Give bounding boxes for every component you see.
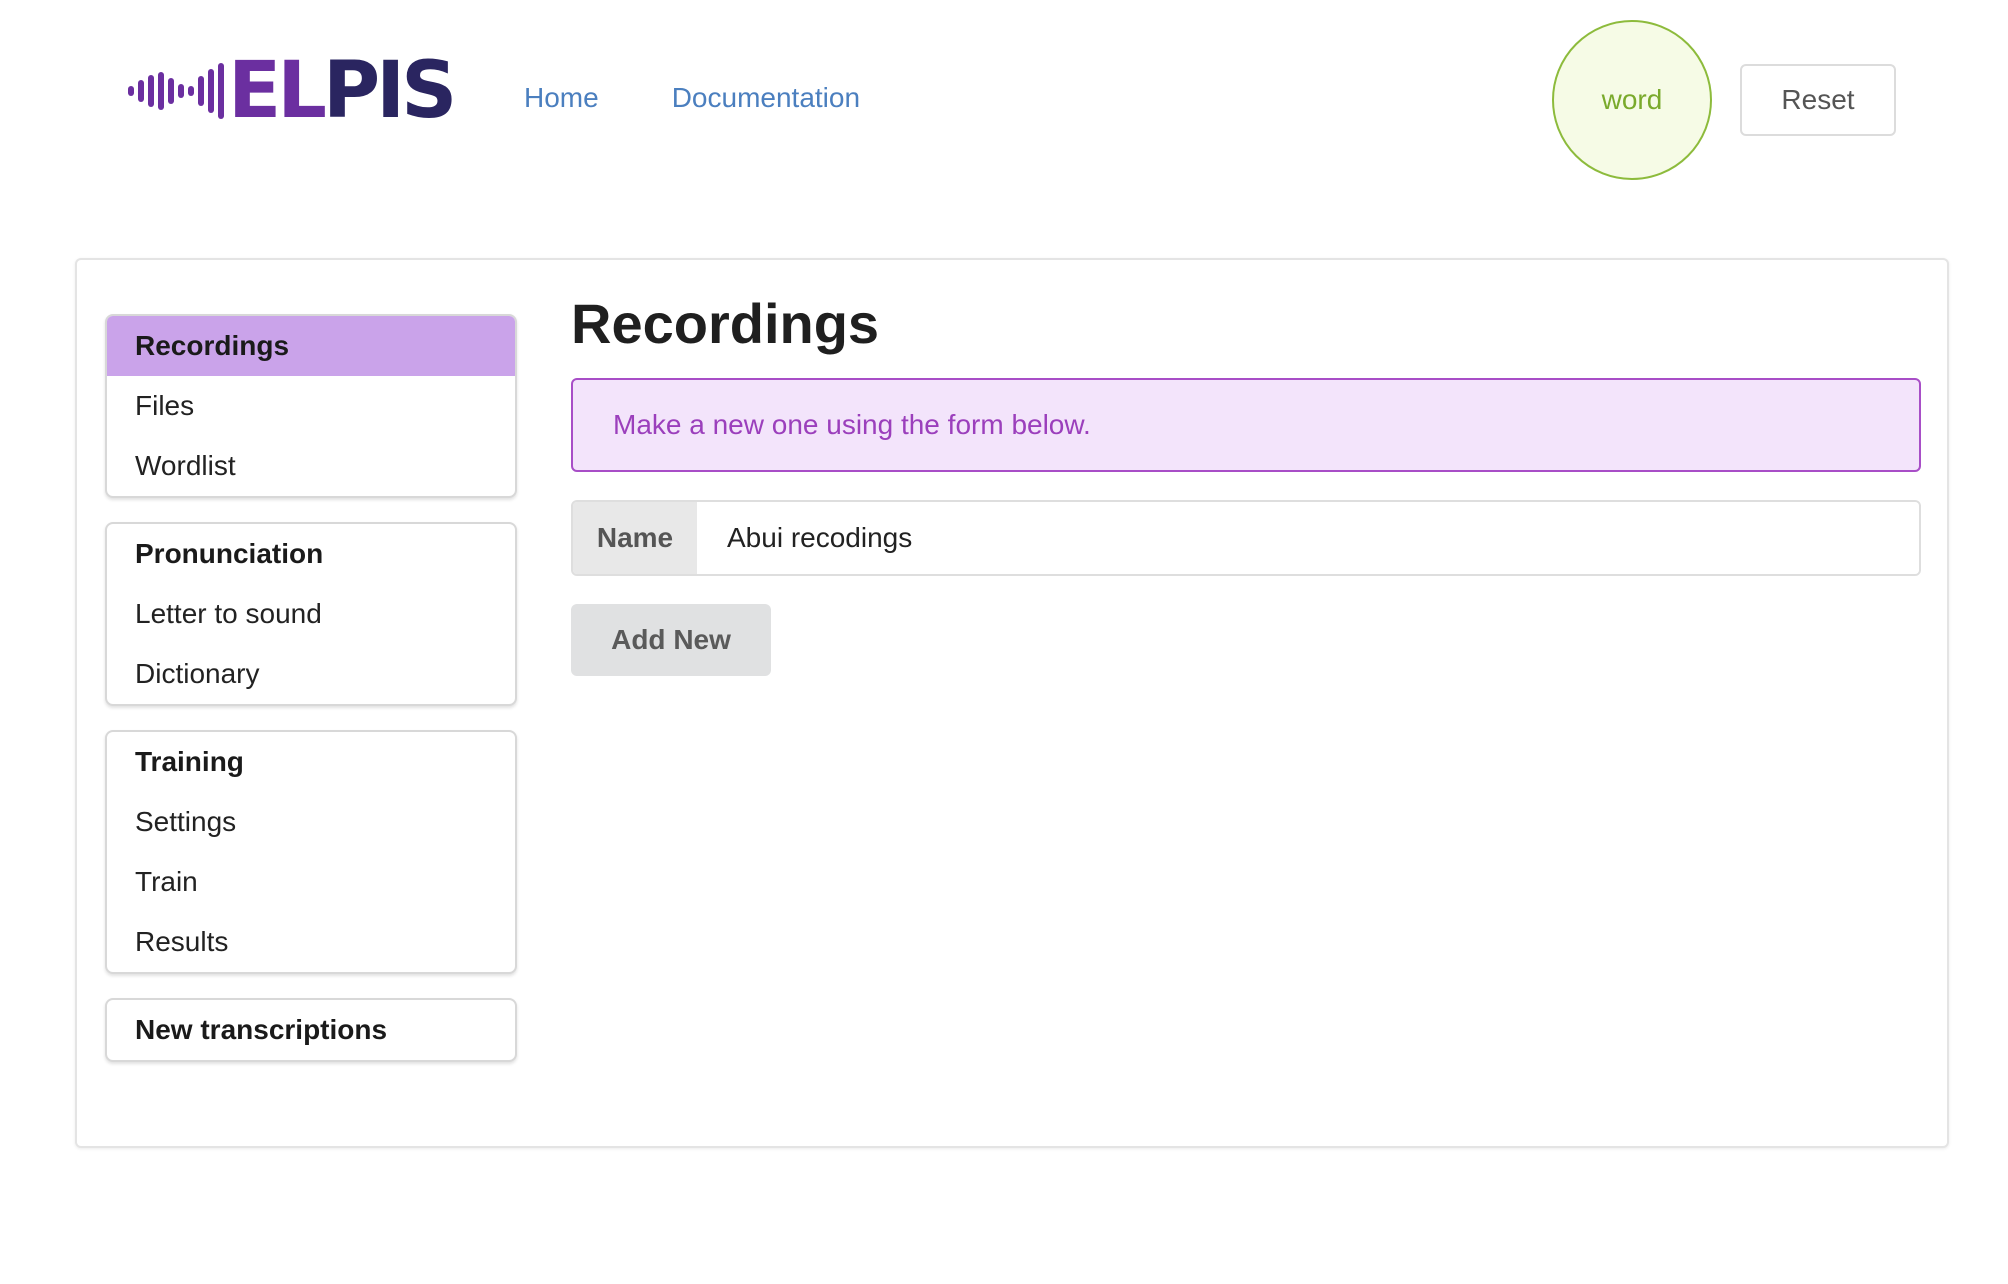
sidebar-item-letter-to-sound[interactable]: Letter to sound [107,584,515,644]
sidebar-item-results[interactable]: Results [107,912,515,972]
page-title: Recordings [571,292,880,355]
sidebar-item-pronunciation[interactable]: Pronunciation [107,524,515,584]
logo-text-pis: PIS [322,46,457,136]
waveform-icon [128,63,224,119]
elpis-logo[interactable]: EL PIS [128,46,457,136]
info-message: Make a new one using the form below. [571,378,1921,472]
sidebar-group-pronunciation: Pronunciation Letter to sound Dictionary [105,522,517,706]
sidebar: Recordings Files Wordlist Pronunciation … [105,314,517,1086]
word-mode-badge[interactable]: word [1552,20,1712,180]
sidebar-item-settings[interactable]: Settings [107,792,515,852]
top-header: EL PIS Home Documentation word Reset [0,0,2008,200]
main-nav: Home Documentation [524,82,860,114]
name-input[interactable] [697,502,1919,574]
sidebar-group-training: Training Settings Train Results [105,730,517,974]
nav-home-link[interactable]: Home [524,82,599,114]
sidebar-item-new-transcriptions[interactable]: New transcriptions [107,1000,515,1060]
sidebar-item-files[interactable]: Files [107,376,515,436]
main-panel: Recordings Files Wordlist Pronunciation … [75,258,1949,1148]
sidebar-item-wordlist[interactable]: Wordlist [107,436,515,496]
sidebar-item-dictionary[interactable]: Dictionary [107,644,515,704]
sidebar-group-recordings: Recordings Files Wordlist [105,314,517,498]
main-content: Recordings Make a new one using the form… [571,282,1921,676]
sidebar-group-new-transcriptions: New transcriptions [105,998,517,1062]
name-field-label: Name [573,502,697,574]
name-field: Name [571,500,1921,576]
sidebar-item-recordings[interactable]: Recordings [107,316,515,376]
logo-text-el: EL [228,46,327,136]
sidebar-item-train[interactable]: Train [107,852,515,912]
reset-button[interactable]: Reset [1740,64,1896,136]
add-new-button[interactable]: Add New [571,604,771,676]
sidebar-item-training[interactable]: Training [107,732,515,792]
nav-documentation-link[interactable]: Documentation [672,82,860,114]
logo-wordmark: EL PIS [228,46,457,136]
